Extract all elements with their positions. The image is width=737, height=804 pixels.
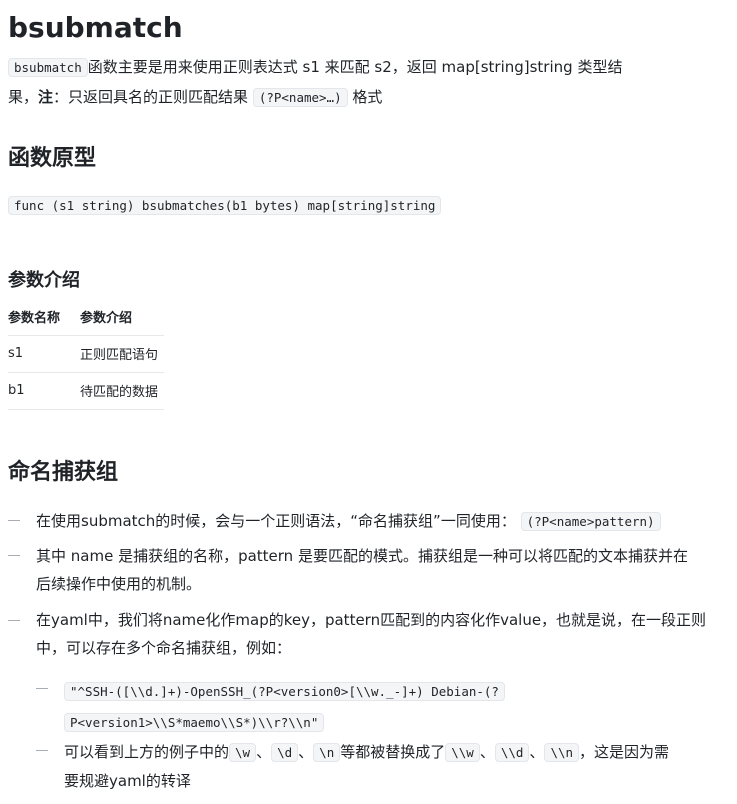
separator: 、 bbox=[529, 743, 545, 761]
note-text: ：只返回具名的正则匹配结果 bbox=[53, 88, 249, 106]
example-regex-code: "^SSH-([\\d.]+)-OpenSSH_(?P<version0>[\\… bbox=[64, 682, 505, 701]
table-header-row: 参数名称 参数介绍 bbox=[8, 299, 164, 336]
escape-text: ，这是因为需 bbox=[579, 743, 670, 761]
list-item-text: 后续操作中使用的机制。 bbox=[36, 575, 202, 593]
escape-text: 要规避yaml的转译 bbox=[64, 772, 191, 790]
inline-code-d: \d bbox=[271, 743, 299, 762]
page-title: bsubmatch bbox=[8, 11, 183, 44]
table-row: s1 正则匹配语句 bbox=[8, 335, 164, 373]
list-item: 在使用submatch的时候，会与一个正则语法，“命名捕获组”一同使用： (?P… bbox=[36, 507, 661, 536]
separator: 、 bbox=[298, 743, 314, 761]
table-row: b1 待匹配的数据 bbox=[8, 372, 164, 410]
list-item-text: 中，可以存在多个命名捕获组，例如： bbox=[36, 639, 292, 657]
escape-text: 可以看到上方的例子中的 bbox=[64, 743, 230, 761]
section-heading-prototype: 函数原型 bbox=[8, 146, 97, 171]
sub-list-item-escape: 可以看到上方的例子中的 \w、 \d、 \n 等都被替换成了 \\w、 \\d、 \\n ，这是… bbox=[64, 738, 669, 795]
separator: 、 bbox=[479, 743, 495, 761]
document-page: bsubmatch bsubmatch 函数主要是用来使用正则表达式 s1 来匹配… bbox=[0, 0, 737, 804]
inline-code-nn: \\n bbox=[544, 743, 580, 762]
sub-list-bullet bbox=[36, 688, 48, 689]
note-label: 注 bbox=[38, 88, 54, 106]
table-cell: b1 bbox=[8, 372, 80, 410]
intro-line-1: bsubmatch 函数主要是用来使用正则表达式 s1 来匹配 s2，返回 map… bbox=[8, 53, 733, 82]
list-item-text: 在使用submatch的时候，会与一个正则语法，“命名捕获组”一同使用： bbox=[36, 512, 516, 530]
prototype-signature: func (s1 string) bsubmatches(b1 bytes) m… bbox=[8, 195, 442, 215]
inline-code-n: \n bbox=[313, 743, 341, 762]
inline-code-pattern: (?P<name>pattern) bbox=[520, 512, 661, 531]
list-bullet bbox=[8, 620, 20, 621]
sub-list-bullet bbox=[36, 750, 48, 751]
note-text-end: 格式 bbox=[352, 88, 383, 106]
column-header: 参数名称 bbox=[8, 299, 80, 336]
list-item: 在yaml中，我们将name化作map的key，pattern匹配到的内容化作v… bbox=[36, 606, 706, 662]
inline-code-bsubmatch: bsubmatch bbox=[8, 58, 88, 77]
list-item: 其中 name 是捕获组的名称，pattern 是要匹配的模式。捕获组是一种可以… bbox=[36, 542, 688, 598]
params-table: 参数名称 参数介绍 s1 正则匹配语句 b1 待匹配的数据 bbox=[8, 299, 164, 410]
inline-code-ww: \\w bbox=[445, 743, 480, 762]
inline-code-dd: \\d bbox=[494, 743, 530, 762]
column-header: 参数介绍 bbox=[80, 299, 164, 336]
separator: 、 bbox=[256, 743, 272, 761]
table-cell: s1 bbox=[8, 335, 80, 373]
inline-code-w: \w bbox=[229, 743, 257, 762]
list-bullet bbox=[8, 520, 20, 521]
table-cell: 正则匹配语句 bbox=[80, 335, 164, 373]
inline-code-named-group: (?P<name>…) bbox=[252, 88, 348, 107]
list-bullet bbox=[8, 555, 20, 556]
intro-text-cont: 果， bbox=[8, 88, 39, 106]
section-heading-params: 参数介绍 bbox=[8, 270, 80, 291]
section-heading-named-groups: 命名捕获组 bbox=[8, 460, 119, 485]
list-item-text: 在yaml中，我们将name化作map的key，pattern匹配到的内容化作v… bbox=[36, 611, 707, 629]
function-signature-code: func (s1 string) bsubmatches(b1 bytes) m… bbox=[8, 196, 442, 215]
intro-line-2: 果，注：只返回具名的正则匹配结果 (?P<name>…) 格式 bbox=[8, 83, 382, 112]
escape-text: 等都被替换成了 bbox=[340, 743, 446, 761]
sub-list-item-example: "^SSH-([\\d.]+)-OpenSSH_(?P<version0>[\\… bbox=[64, 676, 624, 738]
intro-text: 函数主要是用来使用正则表达式 s1 来匹配 s2，返回 map[string]s… bbox=[87, 58, 623, 76]
table-cell: 待匹配的数据 bbox=[80, 372, 164, 410]
list-item-text: 其中 name 是捕获组的名称，pattern 是要匹配的模式。捕获组是一种可以… bbox=[36, 547, 688, 565]
example-regex-code-cont: P<version1>\\S*maemo\\S*)\\r?\\n" bbox=[64, 713, 325, 732]
